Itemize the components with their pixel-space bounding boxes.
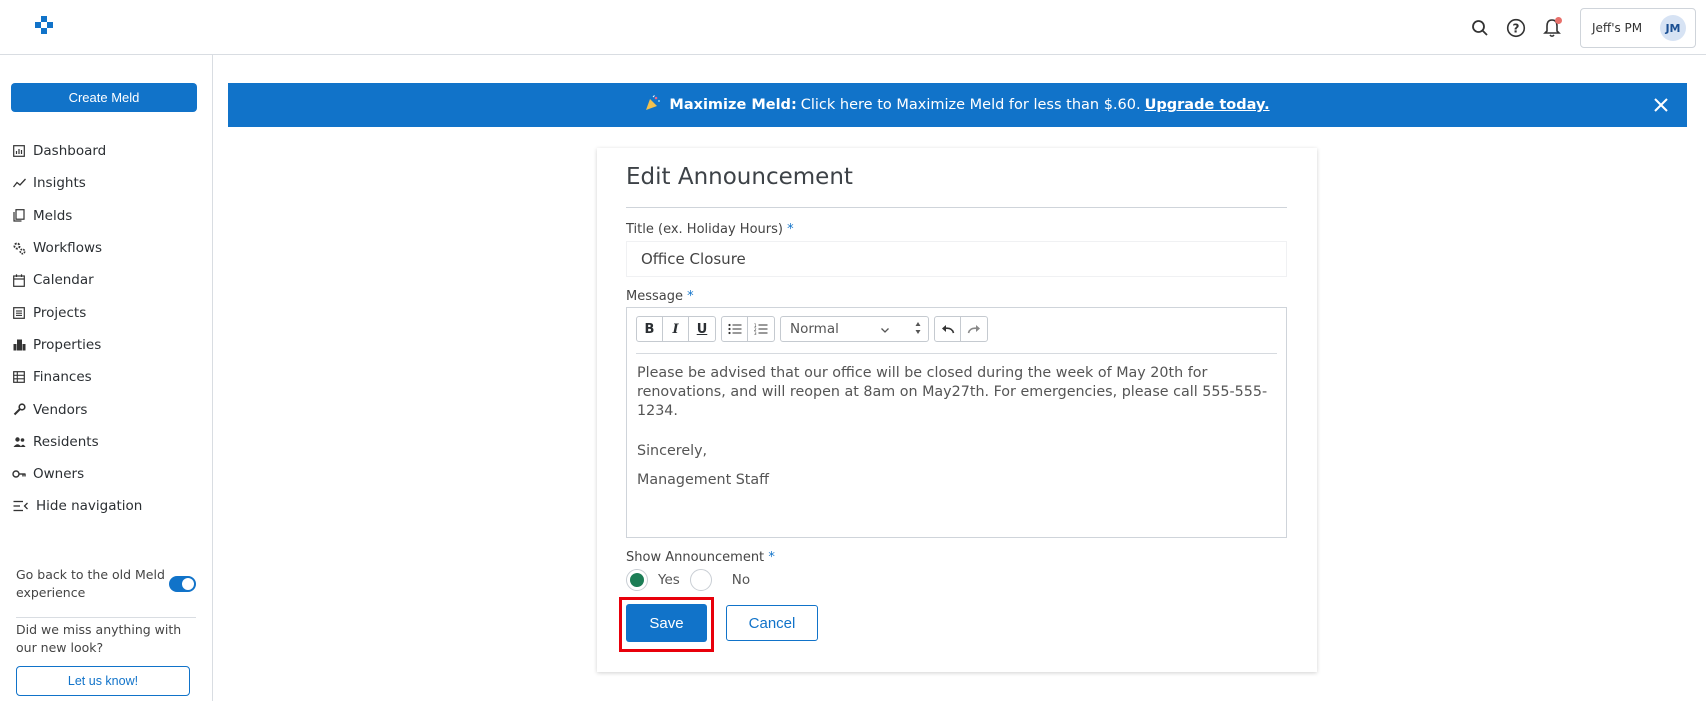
required-mark: * [768, 550, 775, 565]
yes-radio-label: Yes [658, 572, 680, 588]
title-field-label: Title (ex. Holiday Hours) * [626, 222, 794, 237]
sidebar-item-label: Melds [33, 207, 73, 224]
message-paragraph: Management Staff [637, 472, 770, 488]
message-label-text: Message [626, 289, 683, 304]
top-bar: ? Jeff's PM JM [0, 0, 1706, 55]
calendar-icon [12, 273, 26, 287]
no-radio-label: No [731, 572, 751, 588]
account-menu[interactable]: Jeff's PM JM [1580, 8, 1696, 48]
title-label-text: Title (ex. Holiday Hours) [626, 222, 783, 237]
sidebar-divider [16, 617, 196, 618]
hide-nav-icon [12, 499, 29, 513]
sidebar-item-label: Workflows [33, 240, 103, 257]
banner-bold-text: Maximize Meld: [669, 97, 797, 113]
redo-icon[interactable] [961, 317, 987, 341]
properties-icon [12, 338, 26, 352]
sidebar-item-melds[interactable]: Melds [12, 200, 142, 232]
title-input[interactable]: Office Closure [626, 241, 1287, 277]
banner-text: Click here to Maximize Meld for less tha… [800, 97, 1141, 113]
bold-icon[interactable]: B [637, 317, 663, 341]
bell-icon[interactable] [1534, 10, 1570, 46]
cancel-button[interactable]: Cancel [726, 605, 818, 641]
message-paragraph: Sincerely, [637, 443, 708, 459]
close-icon[interactable] [1651, 95, 1671, 115]
sidebar-item-label: Finances [33, 369, 92, 386]
italic-icon[interactable]: I [663, 317, 689, 341]
search-icon[interactable] [1462, 10, 1498, 46]
sidebar-item-label: Properties [33, 336, 102, 353]
meld-logo-icon[interactable] [34, 16, 54, 36]
sidebar-item-label: Owners [33, 466, 85, 483]
page-title: Edit Announcement [626, 164, 853, 190]
sidebar-item-label: Residents [33, 433, 99, 450]
account-name: Jeff's PM [1592, 21, 1643, 35]
title-divider [626, 207, 1287, 208]
sidebar-item-vendors[interactable]: Vendors [12, 393, 142, 425]
numbered-list-icon[interactable]: 123 [748, 317, 774, 341]
melds-icon [12, 209, 26, 223]
show-announcement-label: Show Announcement * [626, 550, 775, 565]
undo-icon[interactable] [935, 317, 961, 341]
sidebar: Create Meld Dashboard Insights Melds Wor… [0, 55, 213, 701]
sidebar-nav: Dashboard Insights Melds Workflows Calen… [12, 135, 142, 523]
projects-icon [12, 306, 26, 320]
show-announcement-radios: Yes No [626, 569, 750, 591]
sidebar-item-label: Dashboard [33, 143, 107, 160]
old-experience-label: Go back to the old Meld experience [16, 567, 165, 600]
vendors-icon [12, 403, 26, 417]
party-popper-icon [645, 95, 661, 115]
sidebar-item-insights[interactable]: Insights [12, 167, 142, 199]
sidebar-item-properties[interactable]: Properties [12, 329, 142, 361]
sidebar-item-hide-navigation[interactable]: Hide navigation [12, 490, 142, 522]
message-paragraph: Please be advised that our office will b… [637, 365, 1268, 419]
svg-text:3: 3 [754, 331, 757, 335]
sidebar-item-label: Projects [33, 304, 87, 321]
sidebar-item-label: Calendar [33, 272, 94, 289]
toolbar-divider [636, 353, 1277, 354]
owners-icon [12, 467, 26, 481]
sidebar-item-label: Hide navigation [36, 498, 143, 515]
required-mark: * [687, 289, 694, 304]
message-editor[interactable]: B I U 123 Normal Please be advised that … [626, 307, 1287, 538]
yes-radio[interactable] [626, 569, 648, 591]
dashboard-icon [12, 144, 26, 158]
svg-text:?: ? [1513, 22, 1520, 36]
sidebar-item-label: Vendors [33, 401, 88, 418]
workflows-icon [12, 241, 26, 255]
notification-dot [1555, 17, 1562, 24]
old-experience-toggle[interactable] [169, 576, 196, 592]
avatar: JM [1660, 15, 1686, 41]
underline-icon[interactable]: U [689, 317, 715, 341]
editor-toolbar: B I U 123 Normal [636, 316, 993, 344]
save-button[interactable]: Save [626, 604, 707, 642]
no-radio[interactable] [689, 569, 712, 591]
residents-icon [12, 435, 26, 449]
help-icon[interactable]: ? [1498, 10, 1534, 46]
message-field-label: Message * [626, 289, 694, 304]
stepper-arrows-icon [915, 321, 921, 339]
sidebar-item-projects[interactable]: Projects [12, 296, 142, 328]
message-body[interactable]: Please be advised that our office will b… [637, 364, 1277, 503]
feedback-prompt: Did we miss anything with our new look? [16, 622, 182, 655]
insights-icon [12, 176, 26, 190]
edit-announcement-card: Edit Announcement Title (ex. Holiday Hou… [597, 148, 1317, 672]
sidebar-item-finances[interactable]: Finances [12, 361, 142, 393]
show-label-text: Show Announcement [626, 550, 765, 565]
sidebar-item-label: Insights [33, 175, 86, 192]
create-meld-button[interactable]: Create Meld [11, 83, 197, 112]
sidebar-item-owners[interactable]: Owners [12, 458, 142, 490]
text-format-value: Normal [790, 321, 839, 337]
required-mark: * [787, 222, 794, 237]
sidebar-item-residents[interactable]: Residents [12, 426, 142, 458]
sidebar-item-workflows[interactable]: Workflows [12, 232, 142, 264]
sidebar-item-dashboard[interactable]: Dashboard [12, 135, 142, 167]
upgrade-link[interactable]: Upgrade today. [1145, 97, 1270, 113]
let-us-know-button[interactable]: Let us know! [16, 666, 190, 696]
finances-icon [12, 370, 26, 384]
chevron-down-icon [880, 323, 890, 339]
bullet-list-icon[interactable] [722, 317, 748, 341]
sidebar-item-calendar[interactable]: Calendar [12, 264, 142, 296]
text-format-select[interactable]: Normal [780, 316, 929, 342]
upgrade-banner[interactable]: Maximize Meld: Click here to Maximize Me… [228, 83, 1687, 127]
